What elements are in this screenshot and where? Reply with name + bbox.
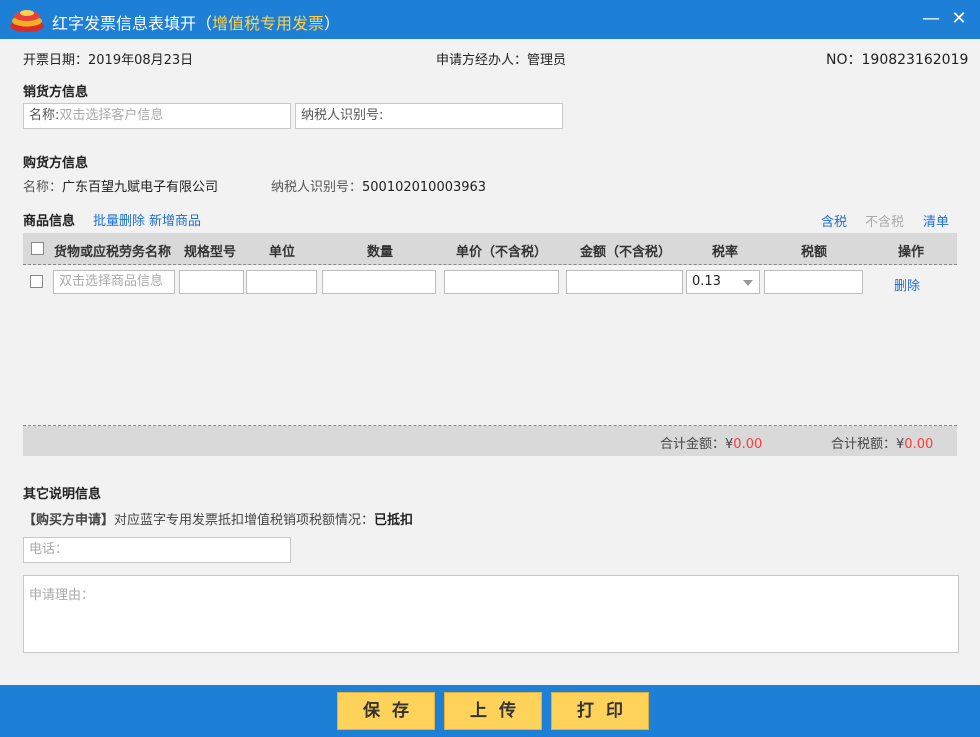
col-action: 操作: [898, 245, 925, 260]
unit-input[interactable]: [246, 270, 317, 294]
tax-excluded-toggle[interactable]: 不含税: [865, 211, 904, 230]
title-paren-open: （: [196, 14, 213, 33]
unit-price-input[interactable]: [444, 270, 559, 294]
total-tax-value: 0.00: [904, 437, 934, 452]
buyer-request-tag: 【购买方申请】: [23, 513, 115, 528]
applicant-value: 管理员: [527, 53, 567, 68]
date-value: 2019年08月23日: [88, 53, 194, 68]
window-title-text: 红字发票信息表填开: [52, 14, 197, 33]
col-tax-rate: 税率: [712, 245, 739, 260]
batch-delete-link[interactable]: 批量删除: [93, 210, 145, 229]
buyer-name: 名称：广东百望九赋电子有限公司: [23, 176, 218, 195]
tax-rate-value: 0.13: [692, 274, 721, 289]
buyer-tax-id: 纳税人识别号：500102010003963: [271, 176, 486, 195]
date-label: 开票日期：: [23, 53, 89, 68]
invoice-number: NO：190823162019: [826, 49, 968, 69]
col-spec: 规格型号: [184, 245, 237, 260]
col-unit: 单位: [269, 245, 296, 260]
phone-input[interactable]: 电话：: [23, 537, 291, 563]
add-goods-link[interactable]: 新增商品: [149, 210, 201, 229]
buyer-heading: 购货方信息: [23, 156, 89, 171]
seller-name-placeholder: 双击选择客户信息: [59, 108, 164, 123]
goods-heading: 商品信息: [23, 214, 76, 229]
invoice-date: 开票日期：2019年08月23日: [23, 49, 193, 68]
total-amount: 合计金额：¥0.00: [660, 433, 762, 452]
list-link[interactable]: 清单: [923, 211, 949, 230]
buyer-request-text: 对应蓝字专用发票抵扣增值税销项税额情况：: [114, 513, 375, 528]
upload-button[interactable]: 上传: [444, 692, 542, 730]
no-value: 190823162019: [861, 52, 969, 68]
chevron-down-icon: [743, 280, 753, 286]
reason-textarea[interactable]: 申请理由：: [23, 575, 959, 653]
row-delete-link[interactable]: 删除: [894, 275, 920, 294]
total-amount-label: 合计金额：: [660, 437, 726, 452]
title-bar: 红字发票信息表填开（增值税专用发票） — ✕: [0, 0, 980, 39]
applicant: 申请方经办人：管理员: [436, 49, 566, 68]
amount-input[interactable]: [566, 270, 683, 294]
goods-table-header: 货物或应税劳务名称 规格型号 单位 数量 单价（不含税） 金额（不含税） 税率 …: [23, 233, 957, 265]
col-tax-amount: 税额: [801, 245, 828, 260]
buyer-request: 【购买方申请】对应蓝字专用发票抵扣增值税销项税额情况：已抵扣: [23, 509, 413, 528]
buyer-tax-id-label: 纳税人识别号：: [271, 180, 363, 195]
row-checkbox[interactable]: [30, 275, 43, 288]
buyer-name-label: 名称：: [23, 180, 63, 195]
total-amount-value: 0.00: [733, 437, 763, 452]
goods-name-input[interactable]: 双击选择商品信息: [53, 270, 175, 294]
print-button[interactable]: 打印: [551, 692, 649, 730]
totals-bar: 合计金额：¥0.00 合计税额：¥0.00: [23, 426, 957, 456]
save-button[interactable]: 保存: [337, 692, 435, 730]
spec-input[interactable]: [179, 270, 244, 294]
seller-heading: 销货方信息: [23, 85, 89, 100]
total-tax-label: 合计税额：: [831, 437, 897, 452]
tax-amount-input[interactable]: [764, 270, 863, 294]
applicant-label: 申请方经办人：: [436, 53, 528, 68]
tax-rate-select[interactable]: 0.13: [686, 270, 760, 294]
col-unit-price: 单价（不含税）: [456, 245, 548, 260]
total-tax: 合计税额：¥0.00: [831, 433, 933, 452]
footer-bar: 保存 上传 打印: [0, 685, 980, 737]
buyer-tax-id-value: 500102010003963: [362, 180, 487, 195]
close-button[interactable]: ✕: [948, 8, 970, 30]
tax-included-toggle[interactable]: 含税: [821, 211, 847, 230]
window-title: 红字发票信息表填开（增值税专用发票）: [52, 10, 340, 34]
col-quantity: 数量: [367, 245, 394, 260]
seller-tax-id-label: 纳税人识别号:: [301, 108, 384, 123]
buyer-request-status: 已抵扣: [374, 513, 414, 528]
seller-name-label: 名称:: [29, 108, 60, 123]
app-logo-icon: [10, 10, 44, 32]
select-all-checkbox[interactable]: [31, 242, 44, 255]
seller-tax-id-input[interactable]: 纳税人识别号:: [295, 103, 563, 129]
buyer-name-value: 广东百望九赋电子有限公司: [62, 180, 219, 195]
other-heading: 其它说明信息: [23, 487, 102, 502]
title-paren-close: ）: [324, 14, 341, 33]
col-amount: 金额（不含税）: [580, 245, 672, 260]
seller-name-input[interactable]: 名称:双击选择客户信息: [23, 103, 291, 129]
quantity-input[interactable]: [322, 270, 436, 294]
no-label: NO：: [826, 52, 862, 68]
col-name: 货物或应税劳务名称: [54, 245, 172, 260]
window-subtitle: 增值税专用发票: [212, 14, 325, 33]
minimize-button[interactable]: —: [920, 8, 942, 30]
